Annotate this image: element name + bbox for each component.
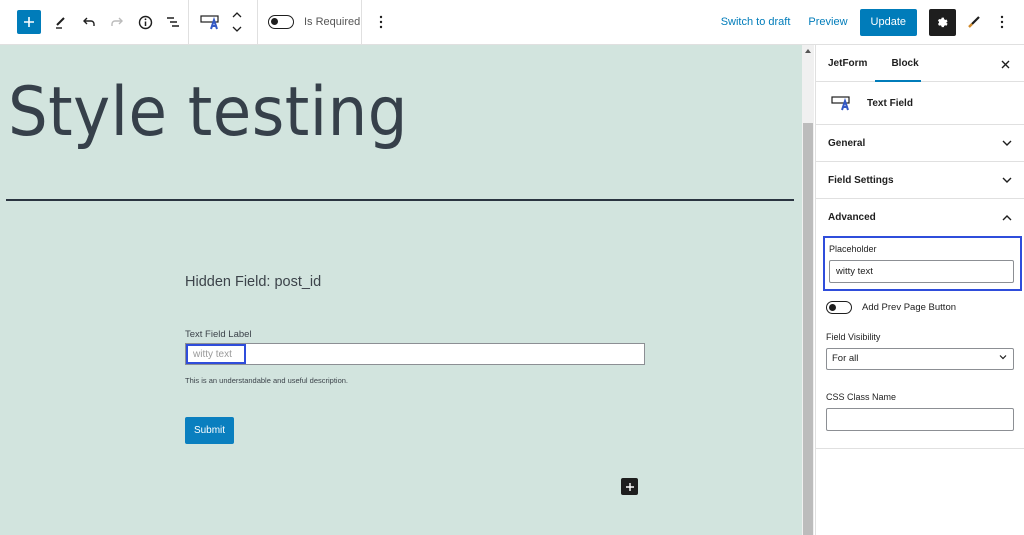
is-required-label: Is Required (304, 16, 361, 28)
settings-sidebar: JetForm Block Text Field General Field S… (815, 45, 1024, 535)
block-inserter-button[interactable] (621, 478, 638, 495)
chevron-down-icon (999, 355, 1007, 360)
panel-title: Field Settings (828, 174, 894, 186)
field-visibility-value: For all (832, 353, 859, 364)
sidebar-tabs: JetForm Block (816, 45, 1024, 82)
brush-icon (968, 16, 980, 28)
block-type-button[interactable] (197, 6, 225, 38)
more-vertical-icon (1000, 15, 1004, 29)
panel-title: General (828, 137, 866, 149)
pencil-icon (56, 17, 65, 29)
text-field-icon (200, 15, 219, 30)
panel-divider (816, 448, 1024, 449)
plus-icon (625, 482, 634, 491)
text-field-label: Text Field Label (185, 329, 252, 340)
post-title[interactable]: Style testing (8, 73, 408, 152)
tab-jetform[interactable]: JetForm (816, 45, 879, 82)
prev-page-toggle[interactable] (826, 301, 852, 314)
block-options-button[interactable] (367, 6, 395, 38)
redo-button[interactable] (103, 6, 131, 38)
panel-field-settings[interactable]: Field Settings (816, 162, 1024, 199)
update-button[interactable]: Update (859, 8, 917, 36)
toolbar-divider (361, 0, 362, 45)
block-name: Text Field (867, 97, 913, 109)
editor-toolbar: Is Required Switch to draft Preview Upda… (0, 0, 1024, 45)
info-icon (138, 15, 152, 29)
plus-icon (24, 17, 34, 27)
block-card: Text Field (816, 82, 1024, 125)
scroll-up-arrow-icon[interactable] (805, 49, 811, 53)
text-field-placeholder: witty text (186, 344, 246, 364)
undo-button[interactable] (75, 6, 103, 38)
css-class-input[interactable] (826, 408, 1014, 431)
styles-button[interactable] (960, 6, 988, 38)
is-required-toggle[interactable] (268, 15, 294, 29)
placeholder-control: Placeholder witty text (823, 236, 1022, 291)
options-menu-button[interactable] (988, 6, 1016, 38)
list-view-icon (167, 17, 179, 27)
css-class-label: CSS Class Name (826, 392, 897, 402)
redo-icon (111, 17, 123, 26)
preview-button[interactable]: Preview (808, 16, 847, 28)
chevron-up-down-icon (232, 12, 242, 32)
prev-page-label: Add Prev Page Button (862, 302, 957, 313)
separator-block (6, 199, 794, 201)
tab-block[interactable]: Block (879, 45, 930, 82)
canvas-scrollbar[interactable] (802, 45, 814, 535)
panel-advanced[interactable]: Advanced (816, 199, 1024, 236)
move-block-button[interactable] (225, 6, 249, 38)
text-field-input[interactable]: witty text (185, 343, 645, 365)
submit-button[interactable]: Submit (185, 417, 234, 444)
more-vertical-icon (379, 15, 383, 29)
placeholder-input[interactable]: witty text (829, 260, 1014, 283)
add-block-button[interactable] (17, 10, 41, 34)
panel-title: Advanced (828, 212, 876, 223)
edit-mode-button[interactable] (47, 6, 75, 38)
field-visibility-select[interactable]: For all (826, 348, 1014, 370)
scrollbar-thumb[interactable] (803, 123, 813, 535)
settings-button[interactable] (929, 8, 956, 36)
list-view-button[interactable] (159, 6, 187, 38)
chevron-down-icon (1002, 177, 1012, 183)
placeholder-label: Placeholder (829, 244, 877, 254)
details-button[interactable] (131, 6, 159, 38)
chevron-down-icon (1002, 140, 1012, 146)
hidden-field-block[interactable]: Hidden Field: post_id (185, 274, 321, 290)
undo-icon (83, 17, 95, 26)
text-field-description: This is an understandable and useful des… (185, 376, 349, 385)
prev-page-toggle-row: Add Prev Page Button (826, 301, 1014, 314)
advanced-panel-body: Placeholder witty text Add Prev Page But… (816, 236, 1024, 449)
text-field-icon (831, 96, 850, 111)
field-visibility-label: Field Visibility (826, 332, 881, 342)
switch-to-draft-button[interactable]: Switch to draft (721, 16, 791, 28)
close-icon (1001, 60, 1009, 68)
chevron-up-icon (1002, 214, 1012, 220)
active-tab-indicator (875, 80, 921, 82)
close-sidebar-button[interactable] (998, 57, 1012, 71)
panel-general[interactable]: General (816, 125, 1024, 162)
editor-canvas[interactable]: Style testing Hidden Field: post_id Text… (0, 45, 802, 535)
gear-icon (937, 17, 948, 27)
